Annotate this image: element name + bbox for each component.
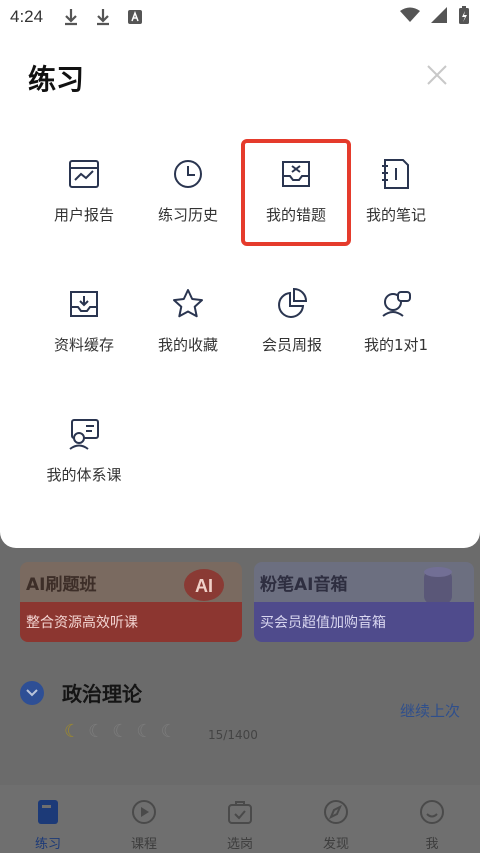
menu-item-material-cache[interactable]: 资料缓存 — [24, 282, 144, 392]
menu-item-label: 我的1对1 — [363, 336, 429, 354]
sheet-title: 练习 — [28, 63, 85, 96]
ai-practice-class-card[interactable]: AI刷题班 AI 整合资源高效听课 — [20, 562, 242, 642]
card-subtitle: 买会员超值加购音箱 — [254, 602, 474, 642]
card-subtitle: 整合资源高效听课 — [20, 602, 242, 642]
tab-discover[interactable]: 发现 — [288, 785, 384, 853]
compass-icon — [324, 800, 348, 824]
menu-item-member-weekly[interactable]: 会员周报 — [232, 282, 352, 392]
play-chat-icon — [132, 800, 156, 824]
download-icon — [61, 7, 81, 27]
app-notification-icon — [125, 7, 145, 27]
menu-item-system-course[interactable]: 我的体系课 — [24, 412, 144, 522]
menu-item-user-report[interactable]: 用户报告 — [24, 152, 144, 262]
moon-icon: ☾ — [64, 721, 81, 742]
highlight-box — [241, 139, 351, 246]
moon-icon: ☾ — [136, 721, 153, 742]
menu-item-one-on-one[interactable]: 我的1对1 — [336, 282, 456, 392]
book-icon — [38, 800, 58, 824]
menu-item-practice-history[interactable]: 练习历史 — [128, 152, 248, 262]
course-board-icon — [69, 419, 99, 450]
menu-item-label: 会员周报 — [261, 336, 322, 354]
signal-icon — [430, 7, 448, 27]
clock-icon — [174, 160, 202, 188]
progress-moons: ☾ ☾ ☾ ☾ ☾ — [64, 721, 177, 742]
status-bar: 4:24 — [0, 0, 480, 34]
menu-item-label: 我的笔记 — [365, 206, 426, 224]
card-title: AI刷题班 — [26, 575, 97, 595]
chevron-down-icon[interactable] — [20, 680, 44, 705]
wifi-icon — [400, 7, 420, 27]
report-chart-icon — [69, 160, 99, 188]
one-on-one-chat-icon — [382, 291, 411, 317]
dimmed-background: AI刷题班 AI 整合资源高效听课 粉笔AI音箱 买会员超值加购音箱 政治理论 … — [0, 548, 480, 853]
menu-item-label: 用户报告 — [53, 206, 114, 224]
ai-speaker-card[interactable]: 粉笔AI音箱 买会员超值加购音箱 — [254, 562, 474, 642]
speaker-icon — [424, 567, 452, 604]
menu-item-label: 我的收藏 — [157, 336, 218, 354]
download-icon — [93, 7, 113, 27]
tab-label: 发现 — [322, 837, 349, 852]
status-time: 4:24 — [10, 7, 44, 26]
subject-row[interactable]: 政治理论 — [20, 678, 142, 707]
tab-practice[interactable]: 练习 — [0, 785, 96, 853]
pie-chart-icon — [278, 287, 308, 318]
tab-label: 选岗 — [226, 837, 253, 852]
tab-label: 练习 — [34, 837, 61, 852]
download-tray-icon — [70, 291, 98, 317]
bottom-tab-bar: 练习 课程 选岗 发现 我 — [0, 785, 480, 853]
menu-item-label: 我的体系课 — [46, 466, 122, 484]
tab-me[interactable]: 我 — [384, 785, 480, 853]
subject-name: 政治理论 — [62, 682, 142, 706]
moon-icon: ☾ — [112, 721, 129, 742]
moon-icon: ☾ — [88, 721, 105, 742]
menu-item-favorites[interactable]: 我的收藏 — [128, 282, 248, 392]
card-title: 粉笔AI音箱 — [260, 575, 348, 595]
progress-count: 15/1400 — [208, 728, 258, 742]
tab-courses[interactable]: 课程 — [96, 785, 192, 853]
menu-item-label: 练习历史 — [157, 206, 218, 224]
notebook-icon — [382, 159, 409, 189]
tab-label: 我 — [425, 837, 439, 852]
moon-icon: ☾ — [160, 721, 177, 742]
tab-label: 课程 — [130, 837, 157, 852]
menu-item-my-notes[interactable]: 我的笔记 — [336, 152, 456, 262]
menu-item-label: 资料缓存 — [53, 336, 114, 354]
practice-menu-sheet: 练习 用户报告 练习历史 我的错题 我的笔记 资料缓存 我的收藏 会员周报 我的… — [0, 34, 480, 548]
svg-text:AI: AI — [195, 576, 213, 596]
continue-link[interactable]: 继续上次 — [400, 700, 460, 721]
star-icon — [173, 289, 203, 318]
smile-icon — [420, 800, 444, 824]
close-icon[interactable] — [426, 64, 448, 86]
briefcase-check-icon — [228, 801, 252, 824]
tab-positions[interactable]: 选岗 — [192, 785, 288, 853]
ai-badge-icon: AI — [184, 569, 224, 601]
battery-charging-icon — [458, 5, 470, 29]
